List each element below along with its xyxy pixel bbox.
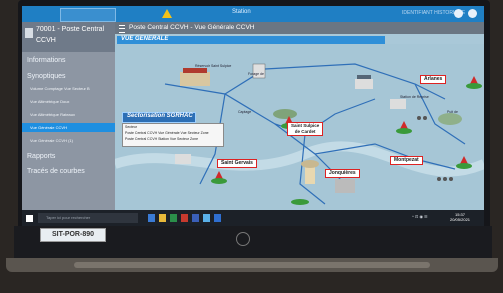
sidebar-item-vue-generale-ccvh[interactable]: Vue Générale CCVH [22,123,115,132]
vue-generale-banner: VUE GENERALE [117,36,385,44]
section-traces[interactable]: Tracés de courbes [22,168,115,175]
app-logo[interactable] [60,8,116,22]
note-puit: Puit de [447,110,458,114]
app-topbar: Station IDENTIFIANT HISTORIQUE [22,6,484,22]
laptop-hinge [74,262,430,268]
vue-generale-label: VUE GENERALE [121,36,169,42]
station-code: CCVH [36,37,56,44]
label-arlanes[interactable]: Arlanes [420,75,447,84]
sector-table: Secteur Poste Central CCVH Vue Générale … [122,123,224,147]
browser-icon[interactable] [203,214,210,222]
label-saint-sulpice[interactable]: Saint Sulpice de Cardet [287,122,324,136]
section-informations[interactable]: Informations [22,57,115,64]
building-icon [180,68,210,86]
note-reservoir: Réservoir Saint Sulpice [195,64,232,68]
hp-logo [236,232,250,246]
station-name: 70001 - Poste Central [36,26,105,33]
windows-start-icon[interactable] [26,215,33,222]
sectorisation-banner[interactable]: Sectorisation SGRHAC [122,112,196,123]
main-header: Poste Central CCVH - Vue Générale CCVH [115,22,484,34]
excel-icon[interactable] [170,214,177,222]
laptop: Station IDENTIFIANT HISTORIQUE 70001 - P… [0,0,503,293]
main-panel: Poste Central CCVH - Vue Générale CCVH V… [115,22,484,210]
settings-icon[interactable] [454,9,463,18]
note-captage: Captage [238,110,252,114]
sidebar-item-vue-generale-ccvh-1[interactable]: Vue Générale CCVH (1) [22,136,115,145]
section-rapports[interactable]: Rapports [22,153,115,160]
system-tray[interactable]: ^ ⊡ ◉ ☰ [412,214,428,219]
sidebar-item-vue-altimetrique-rateaux[interactable]: Vue Altimétrique Rateaux [22,110,115,119]
sidebar-item-vue-altimetrique-doux[interactable]: Vue Altimétrique Doux [22,97,115,106]
explorer-icon[interactable] [159,214,166,222]
app-title: Station [232,9,251,15]
windows-taskbar: Taper ici pour rechercher ^ ⊡ ◉ ☰ 15:37 … [22,210,484,226]
station-header: 70001 - Poste Central CCVH [22,22,115,52]
sidebar-item-volume-comptage[interactable]: Volume Comptage Vue Secteur B [22,84,115,93]
taskbar-search[interactable]: Taper ici pour rechercher [38,213,138,223]
label-saint-gervais[interactable]: Saint Gervais [217,159,257,168]
warning-icon[interactable] [162,9,172,18]
sidebar: 70001 - Poste Central CCVH Informations … [22,22,115,210]
app-icon[interactable] [181,214,188,222]
taskview-icon[interactable] [148,214,155,222]
taskbar-clock[interactable]: 15:37 20/05/2021 [450,212,470,222]
sectorisation-label: Sectorisation SGRHAC [127,113,193,119]
clock-date: 20/05/2021 [450,217,471,222]
asset-sticker: SIT-POR-890 [40,228,106,242]
table-row: Secteur [125,125,138,129]
table-row[interactable]: Poste Central CCVH Station Vue Secteur Z… [125,137,198,141]
menu-icon[interactable] [119,25,125,33]
table-row[interactable]: Poste Central CCVH Vue Générale Vue Sect… [125,131,209,135]
word-icon[interactable] [192,214,199,222]
outlook-icon[interactable] [214,214,221,222]
section-synoptiques[interactable]: Synoptiques [22,73,115,80]
page-title: Poste Central CCVH - Vue Générale CCVH [129,24,255,31]
note-station: Station de Reprise [400,95,429,99]
label-montpezat[interactable]: Montpezat [390,156,423,165]
screen: Station IDENTIFIANT HISTORIQUE 70001 - P… [22,6,484,226]
label-saint-sulpice-line2: de Cardet [294,129,316,134]
label-jonquieres[interactable]: Jonquières [325,169,360,178]
note-forage: Forage de [248,72,264,76]
document-icon [25,28,33,38]
power-icon[interactable] [468,9,477,18]
